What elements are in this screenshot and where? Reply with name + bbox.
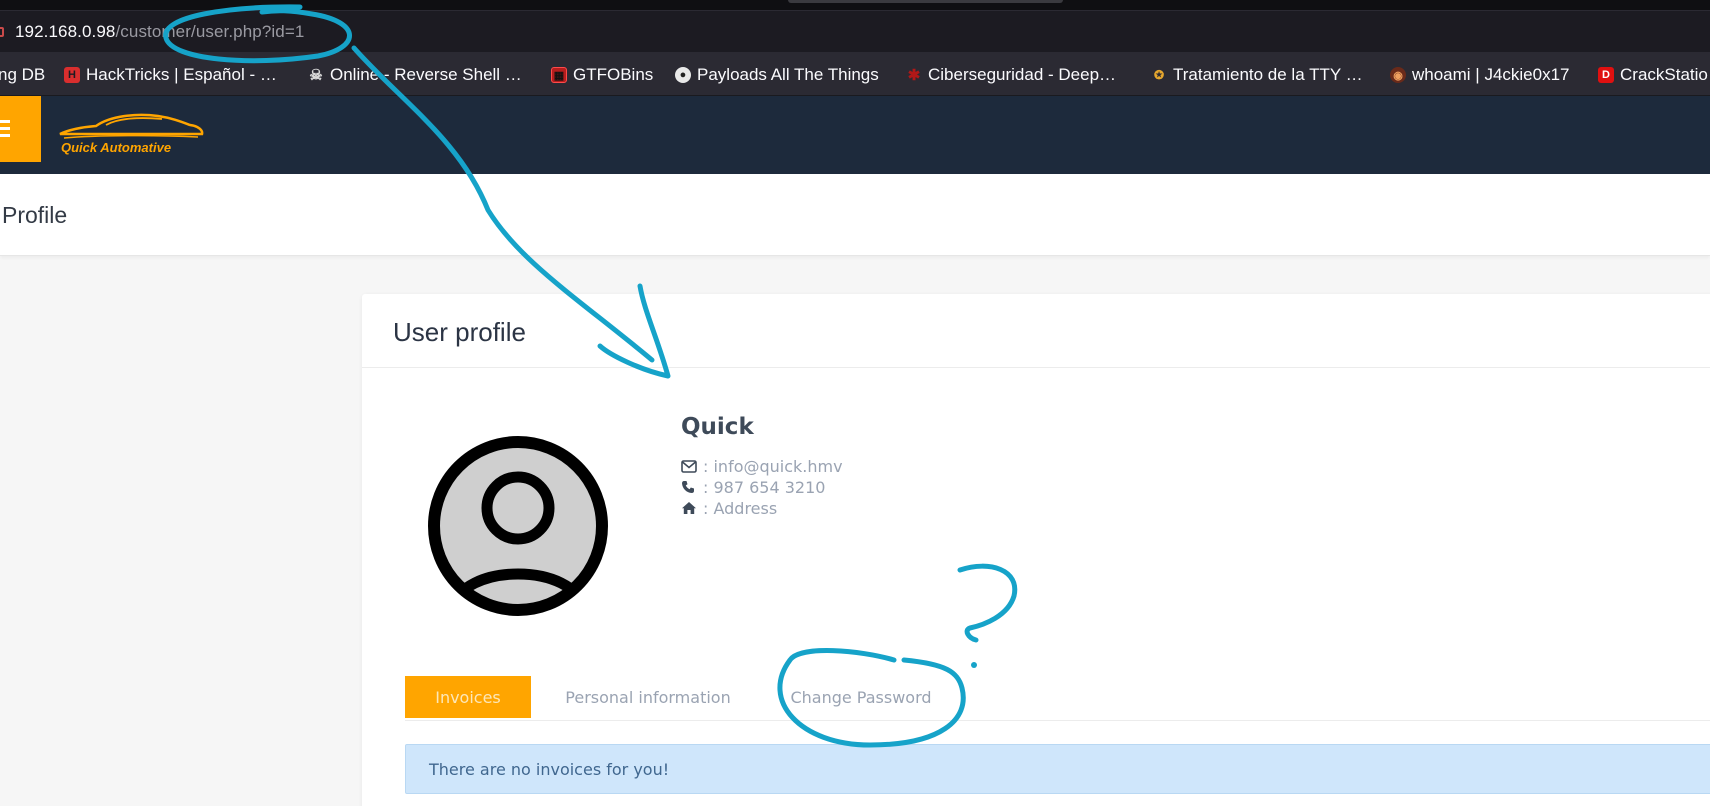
bookmark-label: Online - Reverse Shell … bbox=[330, 65, 522, 84]
profile-tabs: Invoices Personal information Change Pas… bbox=[405, 676, 1710, 721]
no-invoices-alert: There are no invoices for you! bbox=[405, 744, 1710, 794]
bookmarks-toolbar: ng DB H HackTricks | Español - … ☠ Onlin… bbox=[0, 52, 1710, 96]
bookmark-label: Payloads All The Things bbox=[697, 65, 879, 84]
menu-icon-bar bbox=[0, 134, 10, 137]
bookmark-item[interactable]: D CrackStatio bbox=[1598, 64, 1708, 86]
bookmark-label: Ciberseguridad - Deep… bbox=[928, 65, 1117, 84]
bookmark-item[interactable]: H HackTricks | Español - … bbox=[64, 64, 277, 86]
menu-icon-bar bbox=[0, 120, 10, 123]
home-icon bbox=[681, 500, 699, 516]
bookmark-item[interactable]: ● Payloads All The Things bbox=[675, 64, 879, 86]
bookmark-label: GTFOBins bbox=[573, 65, 654, 84]
bookmark-label: Tratamiento de la TTY … bbox=[1173, 65, 1363, 84]
tab-label: Change Password bbox=[790, 687, 932, 707]
whoami-icon: ◉ bbox=[1390, 67, 1406, 83]
bookmark-item[interactable]: ng DB bbox=[0, 64, 45, 86]
avatar-icon bbox=[428, 436, 608, 616]
address-bar[interactable]: 192.168.0.98/customer/user.php?id=1 bbox=[0, 10, 1710, 52]
envelope-icon bbox=[681, 458, 699, 474]
bookmark-item[interactable]: ✪ Tratamiento de la TTY … bbox=[1151, 64, 1363, 86]
user-name: Quick bbox=[681, 414, 754, 440]
user-profile-card: User profile Quick : info@quick.hmv : 98… bbox=[362, 294, 1710, 806]
email-text: : info@quick.hmv bbox=[703, 456, 843, 476]
bookmark-item[interactable]: ▦ GTFOBins bbox=[551, 64, 653, 86]
insecure-lock-icon[interactable] bbox=[0, 27, 4, 37]
brand-name: Quick Automative bbox=[61, 140, 172, 155]
spider-icon: ✱ bbox=[907, 67, 921, 84]
menu-icon-bar bbox=[0, 127, 10, 130]
car-logo-icon bbox=[59, 113, 204, 139]
crackstation-icon: D bbox=[1598, 67, 1614, 83]
tab-change-password[interactable]: Change Password bbox=[765, 676, 957, 718]
bookmark-item[interactable]: ☠ Online - Reverse Shell … bbox=[308, 64, 522, 86]
brand-logo[interactable]: Quick Automative bbox=[58, 108, 204, 158]
email-line: : info@quick.hmv bbox=[681, 456, 843, 476]
hacktricks-icon: H bbox=[64, 67, 80, 83]
browser-tab-strip bbox=[0, 0, 1710, 10]
tab-personal-information[interactable]: Personal information bbox=[531, 676, 765, 718]
skull-icon: ☠ bbox=[309, 67, 323, 84]
bookmark-label: whoami | J4ckie0x17 bbox=[1412, 65, 1570, 84]
phone-text: : 987 654 3210 bbox=[703, 477, 826, 497]
phone-line: : 987 654 3210 bbox=[681, 477, 825, 497]
browser-tab[interactable] bbox=[788, 0, 1063, 3]
gtfobins-icon: ▦ bbox=[551, 67, 567, 83]
page-title: Profile bbox=[2, 202, 68, 228]
bookmark-label: CrackStatio bbox=[1620, 65, 1708, 84]
tab-label: Personal information bbox=[565, 687, 731, 707]
site-navbar: Quick Automative bbox=[0, 96, 1710, 174]
tab-label: Invoices bbox=[435, 687, 501, 707]
url-host: 192.168.0.98 bbox=[15, 22, 116, 41]
url-path: /customer/user.php?id=1 bbox=[115, 22, 305, 41]
bookmark-label: ng DB bbox=[0, 65, 46, 84]
card-header: User profile bbox=[362, 294, 1710, 368]
bookmark-item[interactable]: ◉ whoami | J4ckie0x17 bbox=[1390, 64, 1570, 86]
tab-invoices[interactable]: Invoices bbox=[405, 676, 531, 718]
tty-icon: ✪ bbox=[1153, 68, 1165, 82]
payloads-icon: ● bbox=[675, 67, 691, 83]
bookmark-label: HackTricks | Español - … bbox=[86, 65, 277, 84]
page-header: Profile bbox=[0, 174, 1710, 256]
phone-icon bbox=[681, 479, 699, 495]
url-text[interactable]: 192.168.0.98/customer/user.php?id=1 bbox=[15, 22, 304, 42]
hamburger-menu-button[interactable] bbox=[0, 96, 41, 162]
card-title: User profile bbox=[393, 317, 526, 347]
address-line: : Address bbox=[681, 498, 777, 518]
bookmark-item[interactable]: ✱ Ciberseguridad - Deep… bbox=[906, 64, 1116, 86]
alert-text: There are no invoices for you! bbox=[429, 760, 670, 779]
address-text: : Address bbox=[703, 498, 778, 518]
